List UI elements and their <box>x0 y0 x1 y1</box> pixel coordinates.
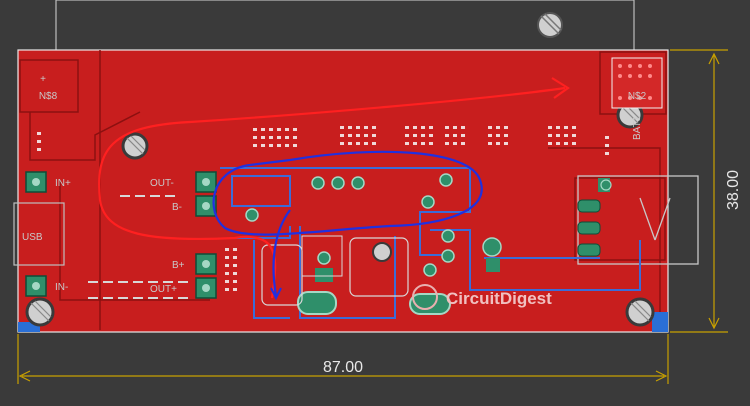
mounting-hole-4 <box>625 297 655 327</box>
ns2-label: N$2 <box>628 91 647 102</box>
mounting-hole-5 <box>372 242 392 262</box>
bat-label: BAT1 <box>632 115 643 140</box>
in-plus-label: IN+ <box>55 178 71 189</box>
in-minus-label: IN- <box>55 282 68 293</box>
ns8-plus-label: + <box>40 74 46 85</box>
mounting-hole-3 <box>25 297 55 327</box>
mounting-hole-1 <box>121 132 149 160</box>
b-minus-label: B- <box>172 202 182 213</box>
height-dimension-label: 38.00 <box>725 170 742 210</box>
out-plus-label: OUT+ <box>150 284 177 295</box>
brand-label: CircuitDigest <box>446 289 552 308</box>
b-plus-label: B+ <box>172 260 185 271</box>
ns8-label: N$8 <box>39 91 58 102</box>
width-dimension-label: 87.00 <box>323 359 363 376</box>
out-minus-label: OUT- <box>150 178 174 189</box>
pcb-canvas: CircuitDigest + N$8 N$2 BAT1 USB IN+ IN-… <box>13 0 742 384</box>
usb-label: USB <box>22 232 43 243</box>
